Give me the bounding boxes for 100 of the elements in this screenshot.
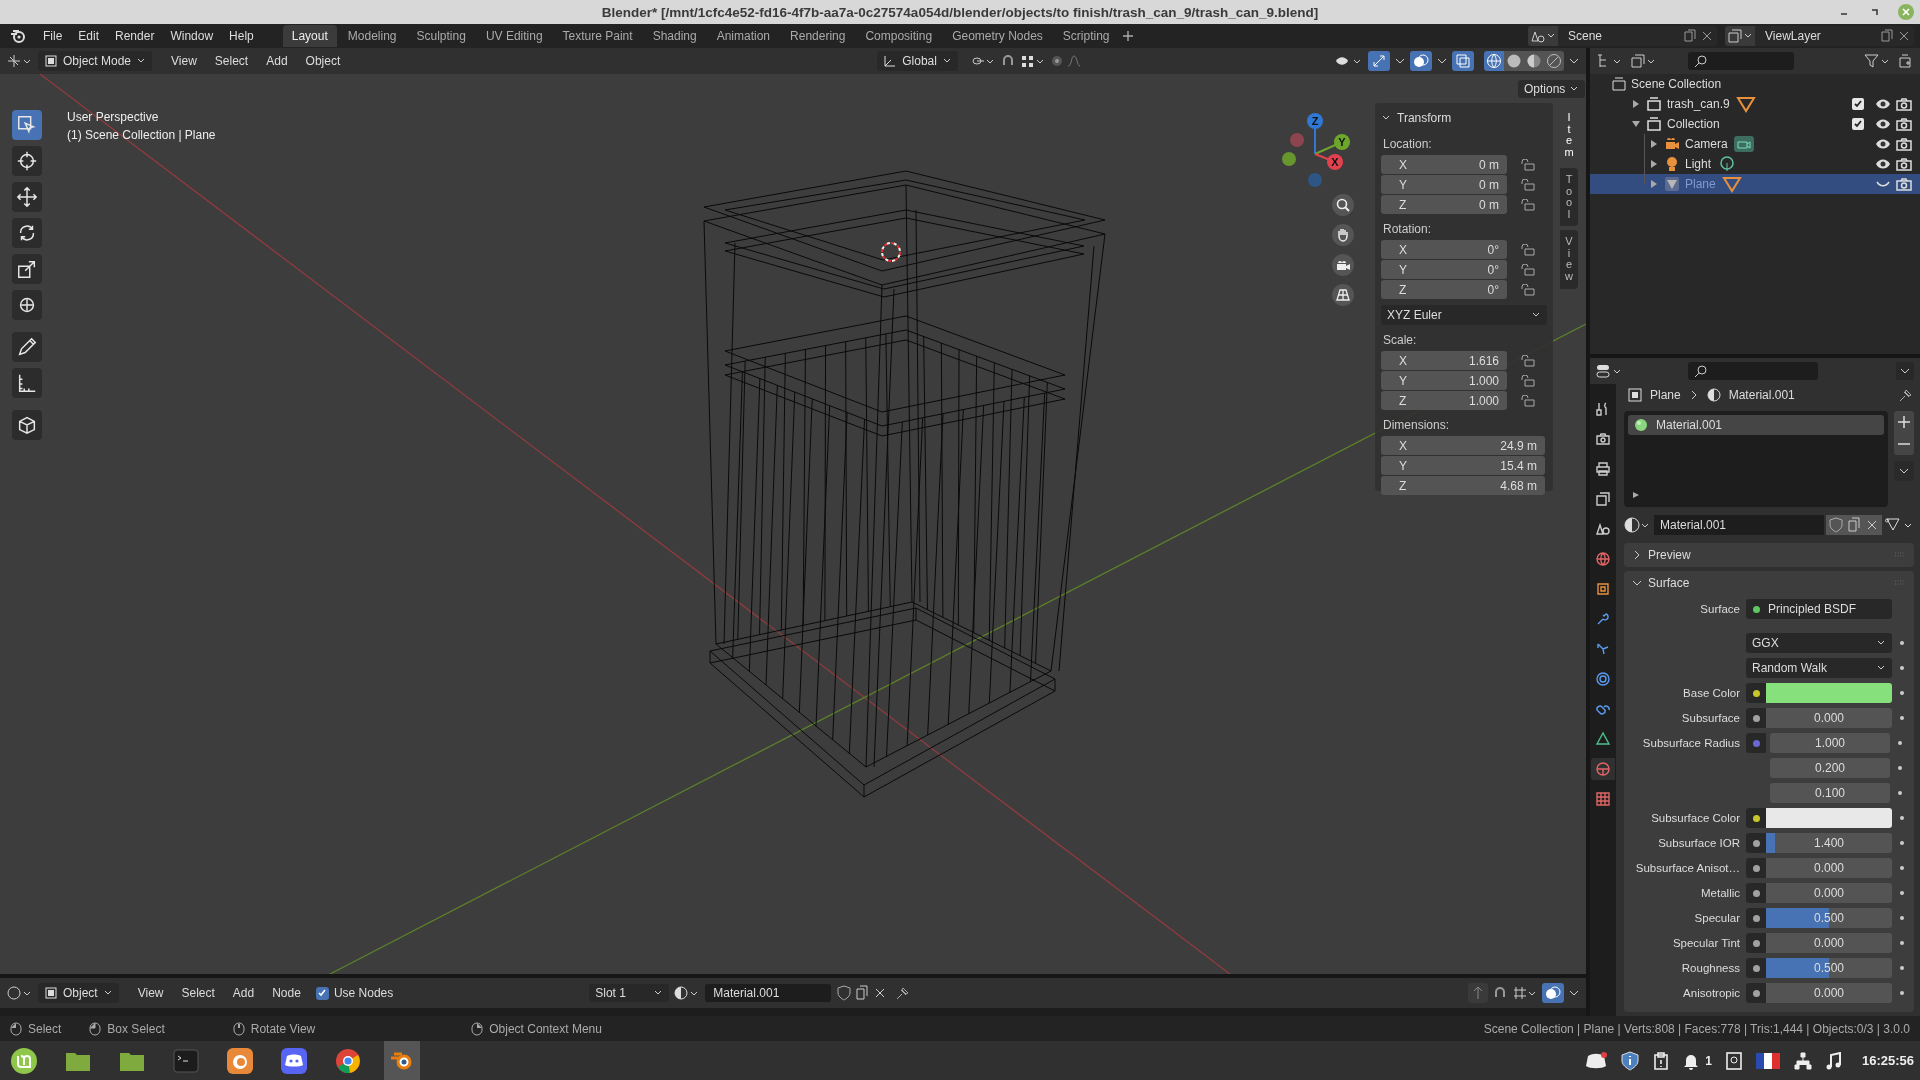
menu-item[interactable]: Add [259,51,295,71]
disclosure-triangle-icon[interactable] [1631,119,1641,129]
tool-button[interactable] [12,218,42,248]
socket-button[interactable] [1746,683,1766,703]
outliner-item[interactable]: Collection [1667,117,1720,131]
outliner-item[interactable]: Camera [1685,137,1728,151]
number-field[interactable]: 1.000 [1770,733,1890,753]
lock-icon[interactable] [1521,243,1535,256]
search-field[interactable] [1688,52,1794,70]
number-field[interactable]: Z 0° [1381,280,1507,299]
menu-item[interactable]: Object [298,51,348,71]
triangle-icon[interactable] [1720,175,1743,193]
use-nodes-checkbox[interactable]: Use Nodes [315,986,394,1000]
keyframe-dot[interactable] [1900,691,1904,695]
menu-item[interactable]: Edit [71,26,107,46]
workspace-tab[interactable]: Animation [707,25,780,47]
gizmo-axis-handle[interactable] [1282,152,1296,166]
menu-item[interactable]: Help [222,26,261,46]
outliner-item[interactable]: Light [1685,157,1712,171]
number-field[interactable]: Z 1.000 [1381,391,1507,410]
tool-button[interactable] [12,368,42,398]
camera-data-icon[interactable] [1732,135,1755,153]
tool-button[interactable] [12,410,42,440]
number-field[interactable]: Y 0° [1381,260,1507,279]
number-field[interactable]: X 24.9 m [1381,436,1545,455]
copy-close-icon[interactable] [1683,29,1713,43]
keyframe-dot[interactable] [1898,741,1902,745]
grid-snap-icon[interactable] [1512,985,1538,1001]
hand-icon[interactable] [1332,224,1354,246]
tool-button[interactable] [12,332,42,362]
workspace-tab[interactable]: Texture Paint [553,25,642,47]
keyframe-dot[interactable] [1900,891,1904,895]
exclude-checkbox[interactable] [1852,118,1864,130]
sidebar-tab[interactable]: Tool [1560,168,1578,227]
rotation-mode-dropdown[interactable]: XYZ Euler [1381,305,1547,325]
gizmo-axis-handle[interactable] [1308,173,1322,187]
workspace-tab[interactable]: Modeling [338,25,406,47]
sidebar-tab[interactable]: View [1560,230,1578,289]
flag-icon[interactable] [1755,1052,1780,1069]
grid-snap-icon[interactable] [1019,53,1046,69]
music-note-icon[interactable] [1825,1051,1842,1070]
slider[interactable]: 0.500 [1766,908,1892,928]
camera-icon[interactable] [1896,117,1912,131]
slider[interactable]: 0.000 [1766,708,1892,728]
outliner-item[interactable]: Scene Collection [1631,77,1722,91]
taskbar-app[interactable] [384,1041,420,1080]
number-field[interactable]: X 1.616 [1381,351,1507,370]
gizmo-axis-handle[interactable]: Y [1314,134,1350,155]
number-field[interactable]: X 0° [1381,240,1507,259]
shading-mode-button[interactable] [1484,51,1504,71]
number-field[interactable]: 0.100 [1770,783,1890,803]
keyframe-dot[interactable] [1900,716,1904,720]
keyframe-dot[interactable] [1900,991,1904,995]
number-field[interactable]: X 0 m [1381,155,1507,174]
lock-icon[interactable] [1521,178,1535,191]
keyframe-dot[interactable] [1898,791,1902,795]
lock-icon[interactable] [1521,263,1535,276]
search-field[interactable] [1688,362,1818,380]
workspace-tab[interactable]: Shading [643,25,706,47]
socket-button[interactable] [1746,933,1766,953]
material-name-field[interactable]: Material.001 [1654,515,1824,535]
chat-app-icon[interactable] [1585,1051,1608,1070]
lock-icon[interactable] [1521,158,1535,171]
camera-icon[interactable] [1896,157,1912,171]
overlay-toggle[interactable] [1410,51,1432,71]
number-field[interactable]: Y 15.4 m [1381,456,1545,475]
lock-icon[interactable] [1521,374,1535,387]
socket-button[interactable] [1746,908,1766,928]
shield-icon[interactable] [1621,1050,1640,1071]
number-field[interactable]: 0.200 [1770,758,1890,778]
material-name-field[interactable]: Material.001 [705,984,832,1002]
gizmo-toggle[interactable] [1368,51,1390,71]
new-collection-icon[interactable] [1898,53,1914,69]
number-field[interactable]: Z 0 m [1381,195,1507,214]
copy-close-icon[interactable] [1880,29,1910,43]
keyframe-dot[interactable] [1900,916,1904,920]
socket-button[interactable] [1746,833,1766,853]
eye-icon[interactable] [1875,138,1891,150]
menu-item[interactable]: Render [108,26,162,46]
lock-icon[interactable] [1521,394,1535,407]
network-icon[interactable] [1793,1051,1812,1070]
blender-logo-icon[interactable] [10,28,26,44]
tool-button[interactable] [12,254,42,284]
triangle-icon[interactable] [1734,95,1757,113]
tool-button[interactable] [12,290,42,320]
keyframe-dot[interactable] [1900,666,1904,670]
clipboard-icon[interactable] [1653,1051,1670,1070]
outliner-item[interactable]: trash_can.9 [1667,97,1730,111]
add-remove-icon[interactable] [1894,411,1914,455]
menu-item[interactable]: Node [265,983,308,1003]
color-swatch[interactable] [1766,683,1892,703]
lock-icon[interactable] [1521,283,1535,296]
menu-item[interactable]: Select [174,983,222,1003]
disclosure-triangle-icon[interactable] [1649,179,1659,189]
eye-icon[interactable] [1875,158,1891,170]
options-dropdown[interactable]: Options [1518,80,1586,98]
workspace-tab[interactable]: Geometry Nodes [943,25,1052,47]
caret-icon[interactable] [1896,362,1914,380]
keyframe-dot[interactable] [1900,641,1904,645]
xray-toggle[interactable] [1452,51,1474,71]
